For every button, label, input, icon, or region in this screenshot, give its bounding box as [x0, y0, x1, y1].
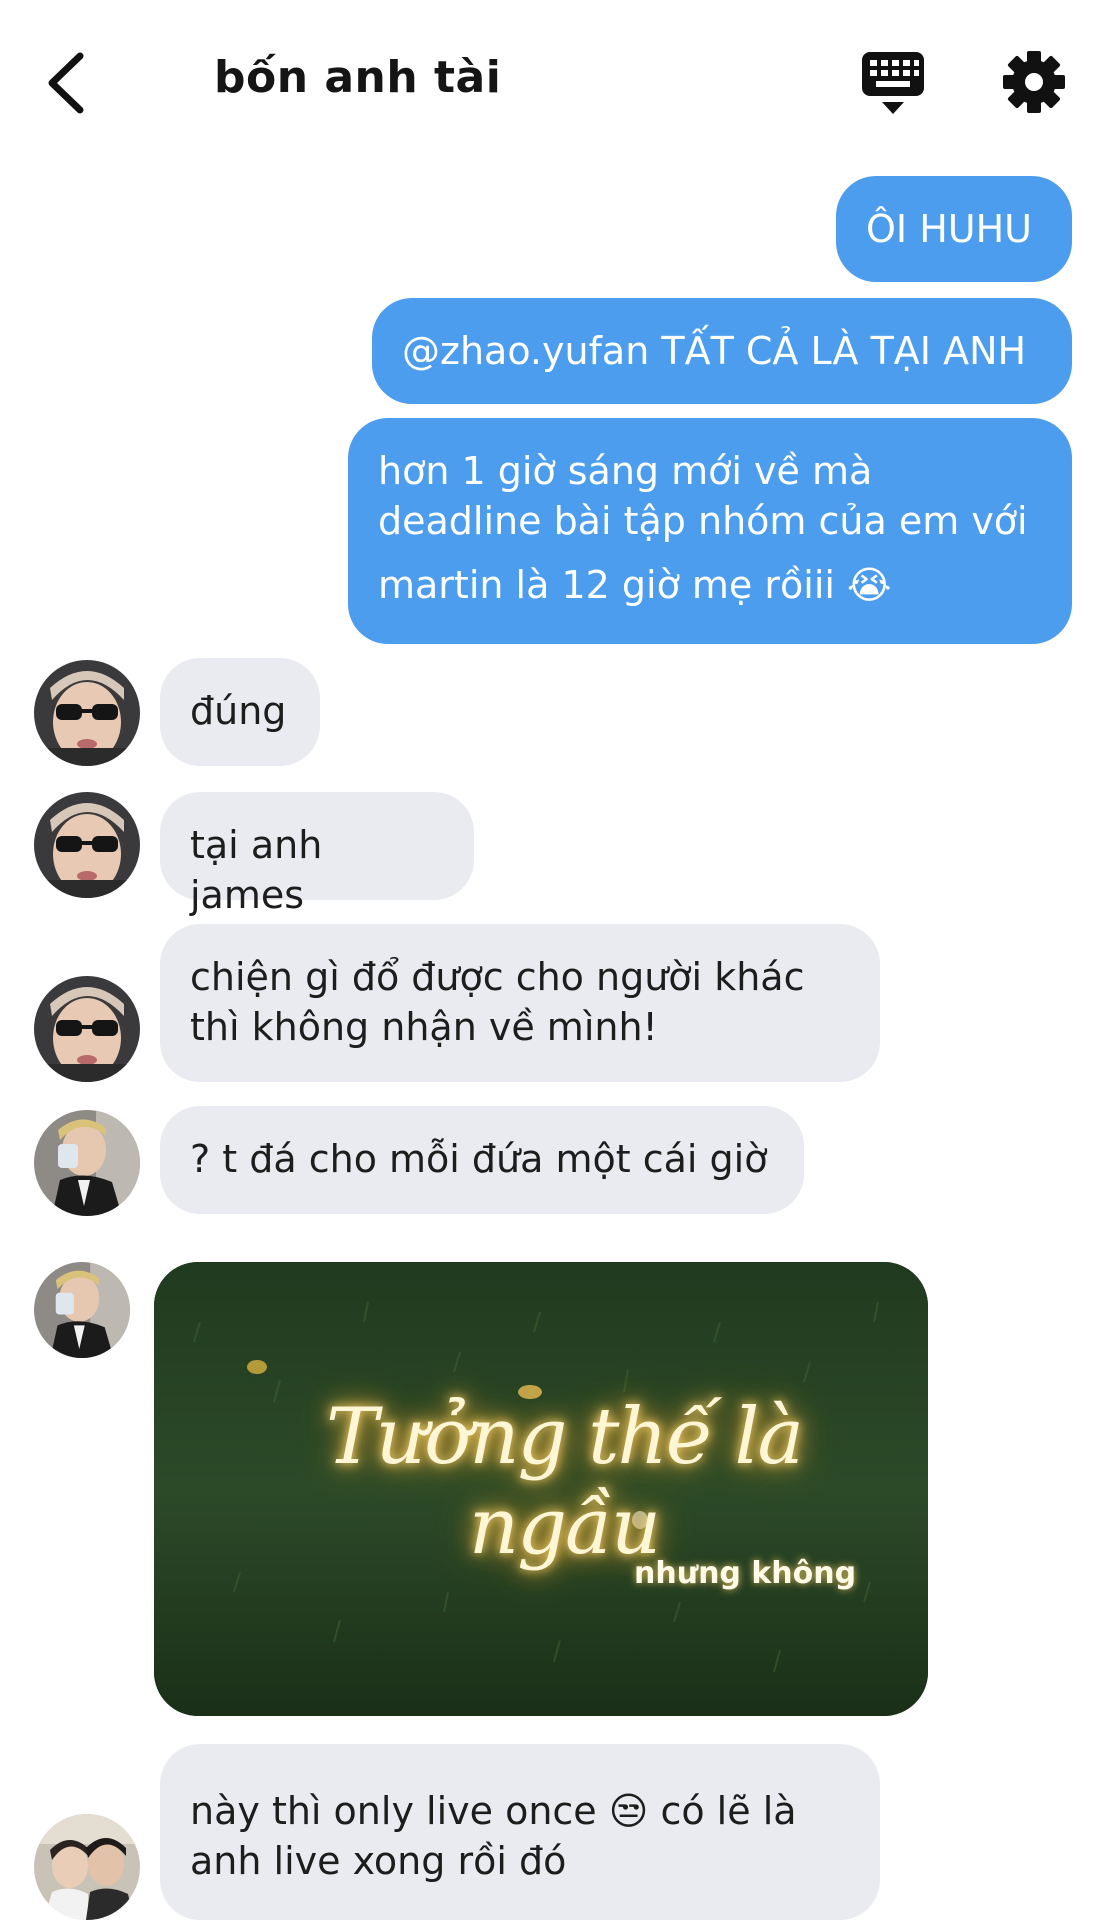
avatar-sunglasses-icon — [34, 976, 140, 1082]
message-bubble-outgoing[interactable]: hơn 1 giờ sáng mới về mà deadline bài tậ… — [348, 418, 1072, 644]
settings-button[interactable] — [1002, 50, 1066, 114]
message-bubble-outgoing[interactable]: @zhao.yufan TẤT CẢ LÀ TẠI ANH — [372, 298, 1072, 404]
message-bubble-incoming[interactable]: này thì only live once 😒 có lẽ là anh li… — [160, 1744, 880, 1920]
avatar[interactable] — [34, 1110, 140, 1216]
avatar-sunglasses-icon — [34, 660, 140, 766]
back-button[interactable] — [40, 48, 100, 118]
avatar[interactable] — [34, 660, 140, 766]
avatar[interactable] — [34, 1262, 130, 1358]
message-line: thì không nhận về mình! — [190, 1005, 658, 1049]
chevron-left-icon — [48, 52, 84, 114]
message-line: chiện gì đổ được cho người khác — [190, 955, 805, 999]
chat-header: bốn anh tài — [0, 0, 1104, 160]
message-bubble-incoming[interactable]: chiện gì đổ được cho người khác thì khôn… — [160, 924, 880, 1082]
chat-title: bốn anh tài — [214, 52, 502, 103]
avatar-mirror-selfie-icon — [34, 1110, 140, 1216]
image-subtitle-text: nhưng không — [634, 1556, 857, 1591]
keyboard-button[interactable] — [860, 50, 926, 118]
avatar[interactable] — [34, 1814, 140, 1920]
avatar-sunglasses-icon — [34, 792, 140, 898]
message-bubble-incoming[interactable]: tại anh james — [160, 792, 474, 917]
avatar-group-icon — [34, 1814, 140, 1920]
image-title-text: Tưởng thế là ngầu — [326, 1392, 804, 1572]
leaf — [247, 1360, 267, 1374]
message-bubble-outgoing[interactable]: ÔI HUHU — [836, 176, 1072, 282]
avatar-mirror-selfie-icon — [34, 1262, 130, 1358]
message-line: này thì only live once 😒 có lẽ là — [190, 1789, 797, 1833]
message-line: anh live xong rồi đó — [190, 1839, 567, 1883]
gear-icon — [1003, 51, 1065, 113]
message-line: hơn 1 giờ sáng mới về mà — [378, 449, 873, 493]
message-bubble-incoming[interactable]: ? t đá cho mỗi đứa một cái giờ — [160, 1106, 804, 1214]
message-line: martin là 12 giờ mẹ rồiii 😭 — [378, 563, 892, 607]
message-bubble-incoming[interactable]: đúng — [160, 658, 320, 766]
avatar[interactable] — [34, 976, 140, 1082]
message-line: deadline bài tập nhóm của em với — [378, 499, 1028, 543]
keyboard-icon — [862, 52, 924, 114]
avatar[interactable] — [34, 792, 140, 898]
image-message[interactable]: Tưởng thế là ngầu nhưng không — [154, 1262, 928, 1716]
